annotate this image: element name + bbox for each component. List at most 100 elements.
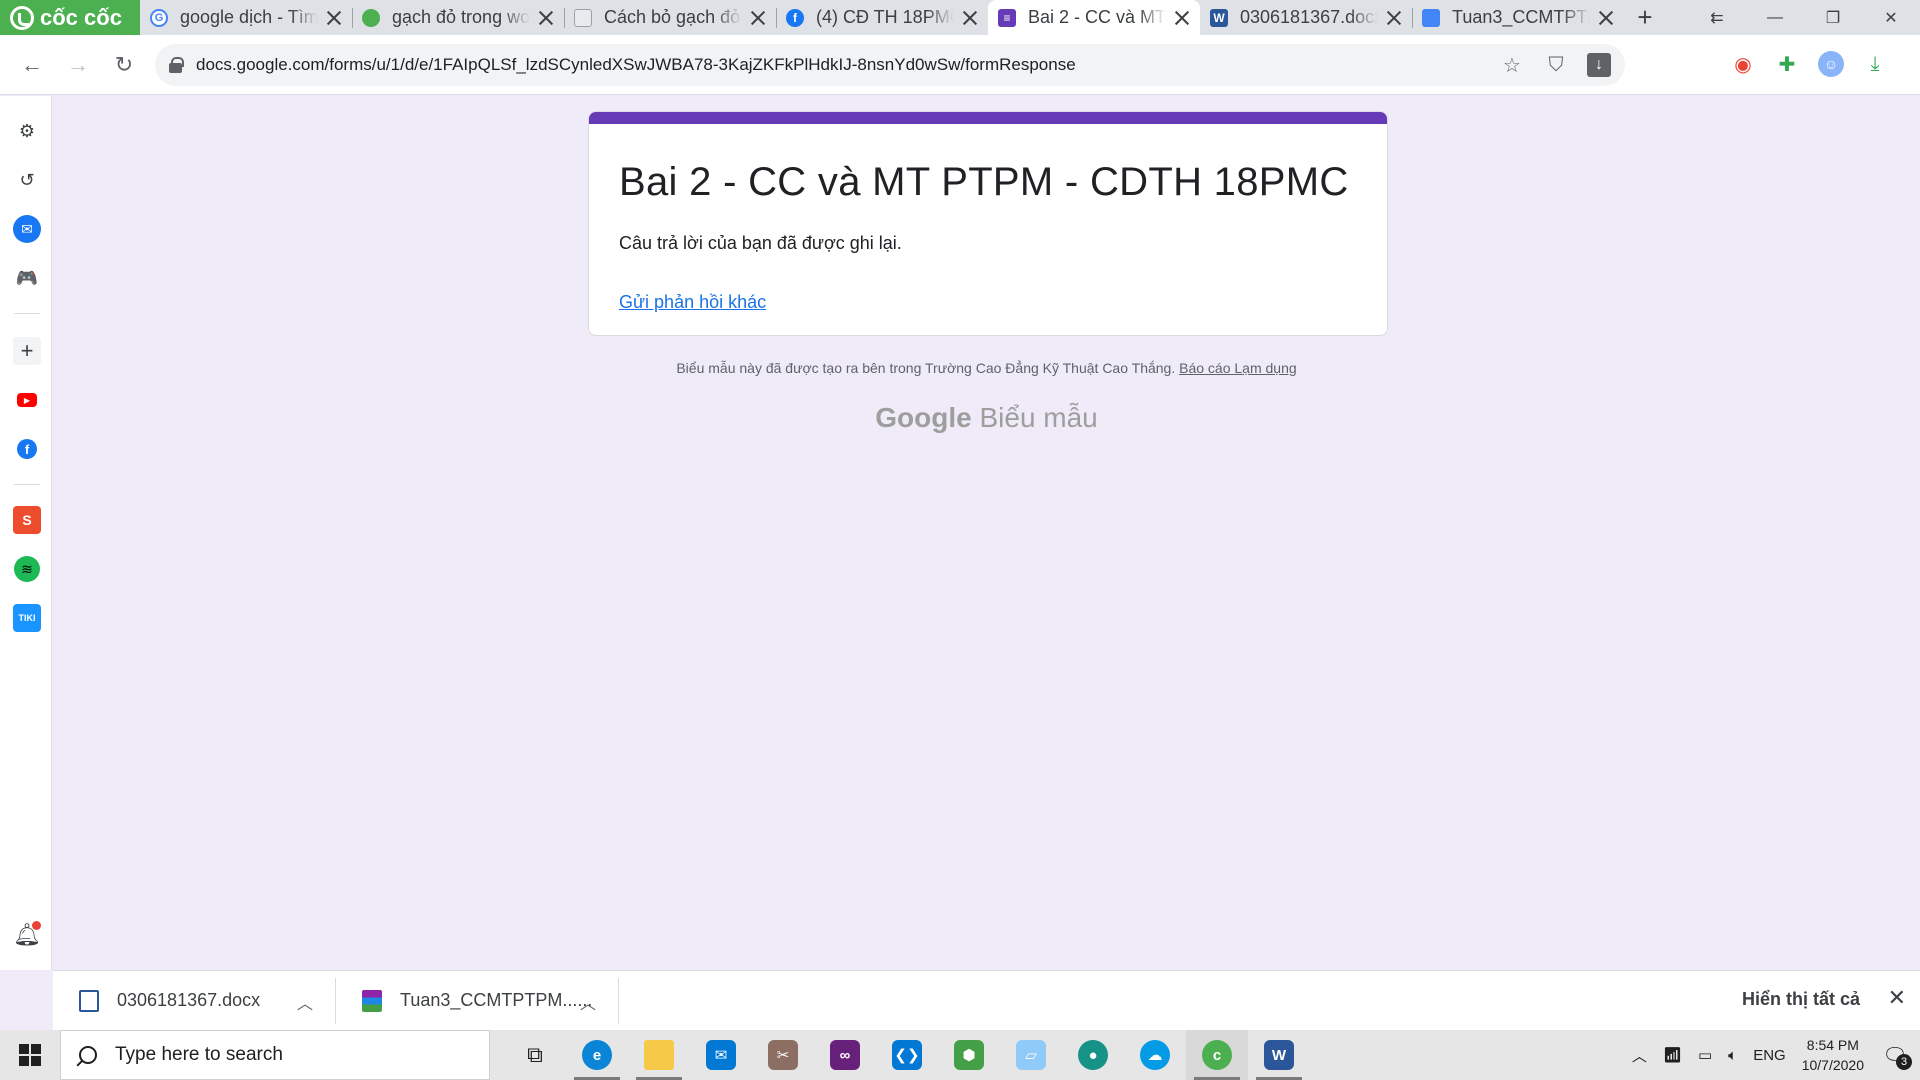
close-tab-icon[interactable]: [536, 8, 556, 28]
nodejs-icon[interactable]: ⬢: [938, 1030, 1000, 1080]
lock-icon: [169, 57, 184, 73]
tab-title: gạch đỏ trong wo: [392, 7, 530, 27]
brand-label: cốc cốc: [40, 4, 122, 30]
tiki-icon[interactable]: TIKI: [13, 604, 41, 632]
game-controller-icon[interactable]: 🎮: [13, 264, 41, 292]
downloads-icon[interactable]: ⤓: [1862, 51, 1888, 77]
submit-another-response-link[interactable]: Gửi phản hồi khác: [619, 292, 766, 313]
tab-facebook[interactable]: f (4) CĐ TH 18PMC: [776, 0, 988, 35]
tab-google-form[interactable]: ≡ Bai 2 - CC và MT P: [988, 0, 1200, 35]
tab-title: google dịch - Tìm: [180, 7, 318, 27]
reload-button[interactable]: ↻: [102, 43, 146, 87]
start-button[interactable]: [0, 1030, 60, 1080]
new-tab-button[interactable]: +: [1630, 0, 1660, 35]
chevron-up-icon[interactable]: ︿: [297, 990, 313, 1014]
show-all-downloads-button[interactable]: Hiển thị tất cả: [1742, 989, 1860, 1010]
shield-icon[interactable]: ⛉: [1543, 52, 1569, 78]
url-text: docs.google.com/forms/u/1/d/e/1FAIpQLSf_…: [196, 55, 1076, 74]
close-tab-icon[interactable]: [324, 8, 344, 28]
close-tab-icon[interactable]: [1172, 8, 1192, 28]
close-tab-icon[interactable]: [1384, 8, 1404, 28]
battery-icon[interactable]: ▭: [1698, 1046, 1712, 1064]
visual-studio-icon[interactable]: ∞: [814, 1030, 876, 1080]
messenger-icon[interactable]: ✉: [13, 215, 41, 243]
download-filename: Tuan3_CCMTPTPM......: [400, 990, 593, 1010]
windows-logo-icon: [19, 1044, 41, 1066]
download-filename: 0306181367.docx: [117, 990, 261, 1010]
taskbar-search[interactable]: Type here to search: [60, 1030, 490, 1080]
close-window-button[interactable]: ✕: [1862, 0, 1920, 35]
volume-icon[interactable]: 🔈︎: [1728, 1047, 1737, 1064]
bookmark-star-icon[interactable]: ☆: [1499, 52, 1525, 78]
gitkraken-icon[interactable]: ●: [1062, 1030, 1124, 1080]
chevron-up-icon[interactable]: ︿: [580, 990, 596, 1014]
site-icon: [574, 8, 592, 27]
google-forms-logo[interactable]: Google Biểu mẫu: [53, 402, 1920, 434]
close-tab-icon[interactable]: [748, 8, 768, 28]
tab-gach-do[interactable]: gạch đỏ trong wo: [352, 0, 564, 35]
language-indicator[interactable]: ENG: [1753, 1047, 1786, 1064]
coccoc-taskbar-icon[interactable]: c: [1186, 1030, 1248, 1080]
app-cloud-icon[interactable]: ☁: [1124, 1030, 1186, 1080]
word-icon: W: [1210, 8, 1228, 27]
tab-google-docs[interactable]: Tuan3_CCMTPTPM: [1412, 0, 1624, 35]
mail-icon[interactable]: ✉: [690, 1030, 752, 1080]
address-bar[interactable]: docs.google.com/forms/u/1/d/e/1FAIpQLSf_…: [155, 44, 1625, 86]
shopee-icon[interactable]: S: [13, 506, 41, 534]
form-confirmation-card: Bai 2 - CC và MT PTPM - CDTH 18PMC Câu t…: [588, 111, 1388, 336]
tab-search-icon[interactable]: ⇇: [1688, 0, 1746, 35]
page-content: Bai 2 - CC và MT PTPM - CDTH 18PMC Câu t…: [53, 96, 1920, 970]
google-icon: G: [150, 8, 168, 27]
vscode-icon[interactable]: ❮❯: [876, 1030, 938, 1080]
search-placeholder: Type here to search: [115, 1044, 283, 1065]
restore-button[interactable]: ❐: [1804, 0, 1862, 35]
close-tab-icon[interactable]: [960, 8, 980, 28]
coccoc-logo-icon: [10, 5, 34, 30]
download-item[interactable]: 0306181367.docx ︿: [53, 977, 336, 1024]
download-video-icon[interactable]: ↓: [1587, 53, 1611, 77]
report-abuse-link[interactable]: Báo cáo Lạm dụng: [1179, 360, 1297, 376]
close-tab-icon[interactable]: [1596, 8, 1616, 28]
facebook-icon: f: [786, 8, 804, 27]
tools-icon[interactable]: ✂: [752, 1030, 814, 1080]
windows-taskbar: Type here to search ⧉ e ✉ ✂ ∞ ❮❯ ⬢ ▱ ● ☁…: [0, 1030, 1920, 1080]
settings-gear-icon[interactable]: ⚙: [13, 117, 41, 145]
window-controls: ⇇ — ❐ ✕: [1688, 0, 1920, 35]
tab-google-dich[interactable]: G google dịch - Tìm: [140, 0, 352, 35]
clock[interactable]: 8:54 PM 10/7/2020: [1802, 1035, 1864, 1075]
download-item[interactable]: Tuan3_CCMTPTPM...... ︿: [336, 977, 619, 1024]
system-tray: ︿ 📶︎ ▭ 🔈︎ ENG 8:54 PM 10/7/2020 🗨︎ 3: [1632, 1035, 1920, 1075]
tab-title: Cách bỏ gạch đỏ tr: [604, 7, 742, 27]
profile-avatar[interactable]: ☺: [1818, 51, 1844, 77]
youtube-icon[interactable]: ▶: [13, 386, 41, 414]
file-explorer-icon[interactable]: [628, 1030, 690, 1080]
task-view-icon[interactable]: ⧉: [504, 1030, 566, 1080]
notifications-bell-icon[interactable]: 🔔︎: [13, 921, 41, 949]
sidebar-divider: [14, 313, 40, 314]
back-button[interactable]: ←: [10, 43, 54, 87]
forms-icon: ≡: [998, 8, 1016, 27]
coccoc-ext-icon[interactable]: ◉: [1730, 51, 1756, 77]
app-icon[interactable]: ▱: [1000, 1030, 1062, 1080]
facebook-icon[interactable]: f: [13, 435, 41, 463]
tab-title: (4) CĐ TH 18PMC: [816, 7, 954, 27]
tab-word-doc[interactable]: W 0306181367.docx: [1200, 0, 1412, 35]
close-shelf-icon[interactable]: ✕: [1888, 985, 1906, 1011]
tab-title: Tuan3_CCMTPTPM: [1452, 7, 1590, 27]
minimize-button[interactable]: —: [1746, 0, 1804, 35]
word-taskbar-icon[interactable]: W: [1248, 1030, 1310, 1080]
tab-title: 0306181367.docx: [1240, 7, 1378, 27]
tab-cach-bo-gach-do[interactable]: Cách bỏ gạch đỏ tr: [564, 0, 776, 35]
wifi-icon[interactable]: 📶︎: [1663, 1046, 1682, 1064]
history-icon[interactable]: ↺: [13, 166, 41, 194]
clock-time: 8:54 PM: [1806, 1037, 1859, 1053]
google-wordmark: Google: [875, 402, 972, 433]
coccoc-brand[interactable]: cốc cốc: [0, 0, 140, 35]
edge-icon[interactable]: e: [566, 1030, 628, 1080]
spotify-icon[interactable]: ≋: [13, 555, 41, 583]
action-center-icon[interactable]: 🗨︎ 3: [1880, 1040, 1912, 1070]
forward-button[interactable]: →: [56, 43, 100, 87]
extensions-puzzle-icon[interactable]: ✚: [1774, 51, 1800, 77]
chevron-up-icon[interactable]: ︿: [1632, 1045, 1647, 1066]
add-shortcut-icon[interactable]: +: [13, 337, 41, 365]
